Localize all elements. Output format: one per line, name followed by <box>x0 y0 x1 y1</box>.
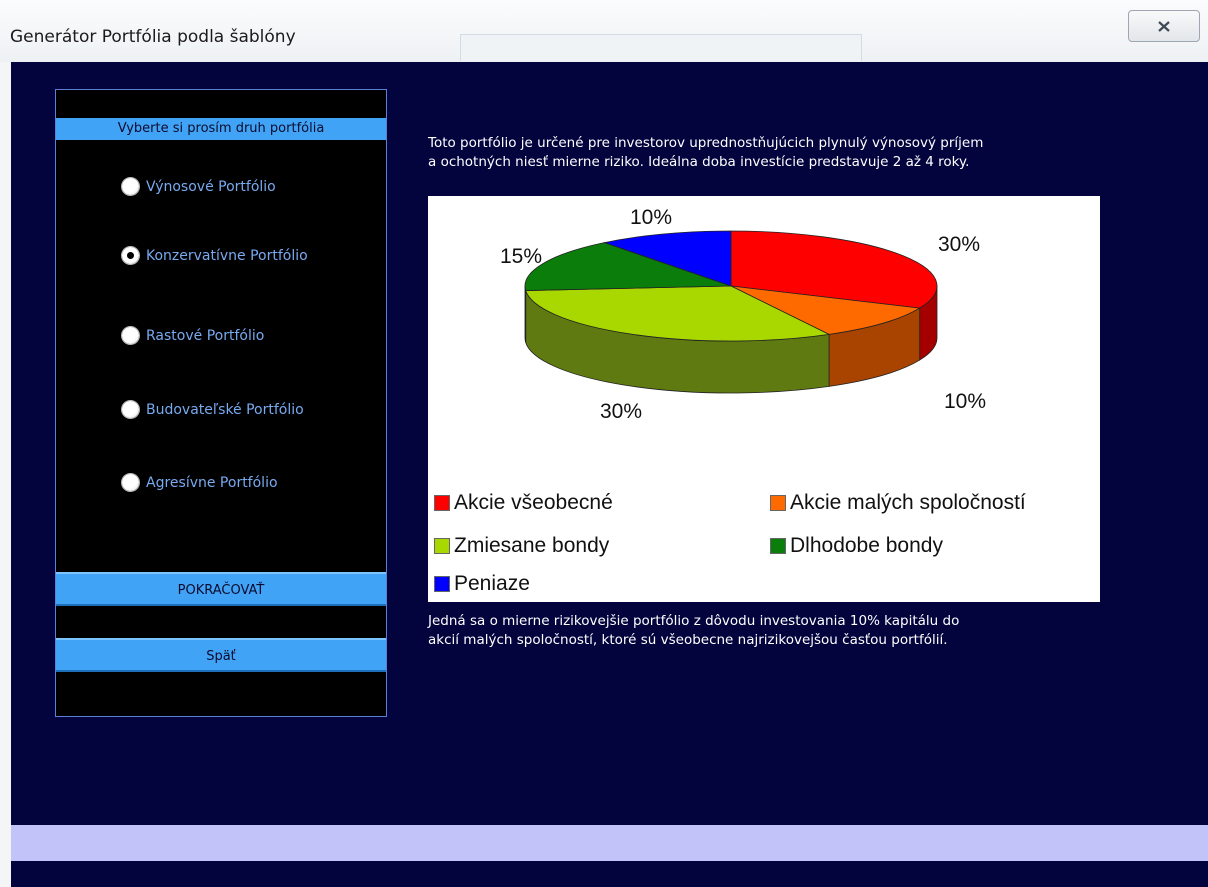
legend-item-0: Akcie všeobecné <box>434 491 613 515</box>
close-button[interactable] <box>1128 10 1200 42</box>
description-line: Jedná sa o mierne rizikovejšie portfólio… <box>428 613 960 629</box>
legend-item-3: Dlhodobe bondy <box>770 534 943 558</box>
description-line: a ochotných niesť mierne riziko. Ideálna… <box>428 154 970 170</box>
legend-label: Zmiesane bondy <box>454 534 610 557</box>
legend-swatch <box>770 495 786 511</box>
pie-data-label-1: 10% <box>944 390 986 413</box>
radio-budovatelske-portfolio[interactable]: Budovateľské Portfólio <box>122 401 304 418</box>
radio-button-icon <box>122 474 139 491</box>
description-line: Toto portfólio je určené pre investorov … <box>428 135 984 151</box>
description-line: akcií malých spoločností, ktoré sú všeob… <box>428 632 948 648</box>
radio-label: Konzervatívne Portfólio <box>146 247 308 264</box>
legend-item-4: Peniaze <box>434 572 530 596</box>
close-icon <box>1158 20 1170 32</box>
pie-slice-side-3 <box>524 285 527 343</box>
legend-swatch <box>434 495 450 511</box>
radio-button-checked-icon <box>122 247 139 264</box>
portfolio-description-bottom: Jedná sa o mierne rizikovejšie portfólio… <box>428 612 1128 650</box>
legend-label: Akcie malých spoločností <box>790 491 1026 514</box>
radio-label: Agresívne Portfólio <box>146 474 278 491</box>
status-bar <box>11 825 1208 861</box>
legend-label: Dlhodobe bondy <box>790 534 943 557</box>
app-window: Generátor Portfólia podla šablóny Vybert… <box>0 0 1208 887</box>
title-bar: Generátor Portfólia podla šablóny <box>0 0 1208 62</box>
panel-header: Vyberte si prosím druh portfólia <box>56 118 386 140</box>
pie-data-label-2: 30% <box>600 400 642 423</box>
radio-button-icon <box>122 327 139 344</box>
portfolio-selector-panel: Vyberte si prosím druh portfólia Výnosov… <box>55 89 387 717</box>
radio-rastove-portfolio[interactable]: Rastové Portfólio <box>122 327 264 344</box>
continue-button[interactable]: POKRAČOVAŤ <box>56 572 386 606</box>
legend-label: Peniaze <box>454 572 530 595</box>
radio-button-icon <box>122 401 139 418</box>
portfolio-description-top: Toto portfólio je určené pre investorov … <box>428 134 1128 172</box>
pie-chart-svg: 30% 10% 30% 15% 10% <box>500 206 986 423</box>
pie-data-label-4: 10% <box>630 206 672 229</box>
radio-agresivne-portfolio[interactable]: Agresívne Portfólio <box>122 474 278 491</box>
radio-vynosove-portfolio[interactable]: Výnosové Portfólio <box>122 178 276 195</box>
legend-swatch <box>434 538 450 554</box>
radio-button-icon <box>122 178 139 195</box>
radio-label: Rastové Portfólio <box>146 327 265 344</box>
radio-label: Výnosové Portfólio <box>146 178 276 195</box>
legend-label: Akcie všeobecné <box>454 491 613 514</box>
legend-item-1: Akcie malých spoločností <box>770 491 1026 515</box>
portfolio-pie-chart: 30% 10% 30% 15% 10% Akcie všeobecné Akcie mal… <box>428 196 1100 602</box>
legend-swatch <box>434 576 450 592</box>
back-button[interactable]: Späť <box>56 638 386 672</box>
legend-swatch <box>770 538 786 554</box>
window-title: Generátor Portfólia podla šablóny <box>10 27 296 47</box>
pie-data-label-0: 30% <box>938 233 980 256</box>
radio-konzervativne-portfolio[interactable]: Konzervatívne Portfólio <box>122 247 308 264</box>
pie-data-label-3: 15% <box>500 245 542 268</box>
radio-label: Budovateľské Portfólio <box>146 401 304 418</box>
legend-item-2: Zmiesane bondy <box>434 534 609 558</box>
background-window-edge <box>460 34 862 61</box>
